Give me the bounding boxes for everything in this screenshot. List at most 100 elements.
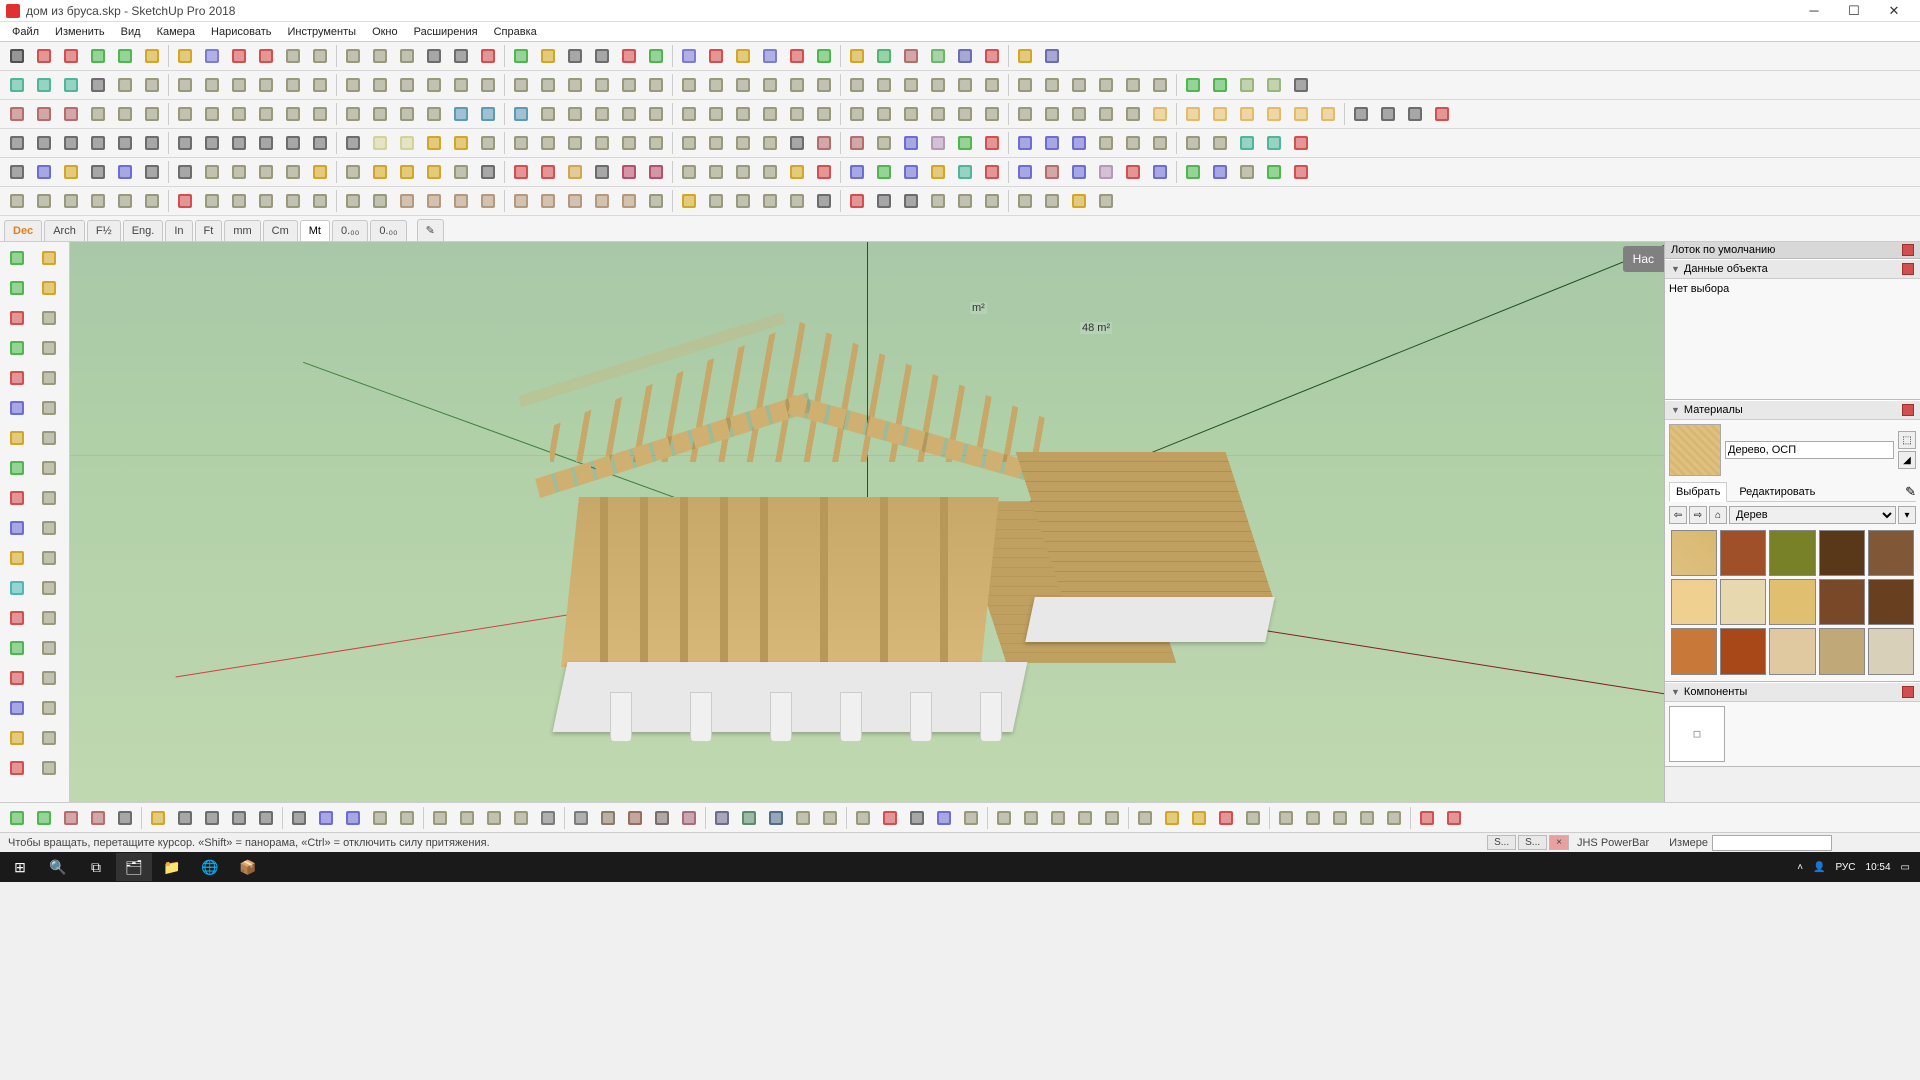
model-house-main[interactable] <box>540 312 1060 742</box>
toolbar-button[interactable] <box>58 101 84 127</box>
toolbar-button[interactable] <box>1429 101 1455 127</box>
toolbar-button[interactable] <box>1039 188 1065 214</box>
unit-tab[interactable]: 0.₀₀ <box>332 220 368 241</box>
toolbar-button[interactable] <box>226 130 252 156</box>
toolbar-button[interactable] <box>421 130 447 156</box>
toolbar-button[interactable] <box>421 43 447 69</box>
toolbar-button[interactable] <box>1180 72 1206 98</box>
toolbar-button[interactable] <box>535 101 561 127</box>
toolbar-button[interactable] <box>112 159 138 185</box>
material-swatch[interactable] <box>1671 530 1717 576</box>
left-tool-button[interactable] <box>2 544 32 572</box>
toolbar-button[interactable] <box>31 72 57 98</box>
toolbar-button[interactable] <box>394 130 420 156</box>
toolbar-button[interactable] <box>1072 805 1098 831</box>
toolbar-button[interactable] <box>58 188 84 214</box>
toolbar-button[interactable] <box>1234 130 1260 156</box>
toolbar-button[interactable] <box>280 159 306 185</box>
toolbar-button[interactable] <box>643 72 669 98</box>
toolbar-button[interactable] <box>898 188 924 214</box>
toolbar-button[interactable] <box>340 72 366 98</box>
language-indicator[interactable]: РУС <box>1835 862 1855 873</box>
model-house-second[interactable] <box>1040 362 1290 642</box>
toolbar-button[interactable] <box>1261 130 1287 156</box>
toolbar-button[interactable] <box>85 101 111 127</box>
material-swatch[interactable] <box>1769 530 1815 576</box>
toolbar-button[interactable] <box>139 188 165 214</box>
toolbar-button[interactable] <box>253 130 279 156</box>
left-tool-button[interactable] <box>34 664 64 692</box>
toolbar-button[interactable] <box>226 188 252 214</box>
toolbar-button[interactable] <box>253 72 279 98</box>
toolbar-button[interactable] <box>871 72 897 98</box>
toolbar-button[interactable] <box>253 101 279 127</box>
toolbar-button[interactable] <box>535 805 561 831</box>
toolbar-button[interactable] <box>1288 159 1314 185</box>
menu-item[interactable]: Изменить <box>47 24 113 40</box>
tab-select[interactable]: Выбрать <box>1669 482 1727 502</box>
toolbar-button[interactable] <box>199 159 225 185</box>
toolbar-button[interactable] <box>676 805 702 831</box>
toolbar-button[interactable] <box>1234 101 1260 127</box>
toolbar-button[interactable] <box>85 188 111 214</box>
toolbar-button[interactable] <box>367 43 393 69</box>
toolbar-button[interactable] <box>394 43 420 69</box>
left-tool-button[interactable] <box>34 274 64 302</box>
left-tool-button[interactable] <box>2 484 32 512</box>
toolbar-button[interactable] <box>1441 805 1467 831</box>
unit-tab[interactable]: Mt <box>300 220 330 241</box>
toolbar-button[interactable] <box>1261 159 1287 185</box>
clock[interactable]: 10:54 <box>1866 862 1891 873</box>
toolbar-button[interactable] <box>427 805 453 831</box>
tab-edit[interactable]: Редактировать <box>1733 483 1821 501</box>
toolbar-button[interactable] <box>340 159 366 185</box>
toolbar-button[interactable] <box>1066 72 1092 98</box>
component-preview[interactable]: ▫ <box>1669 706 1725 762</box>
left-tool-button[interactable] <box>2 754 32 782</box>
menu-item[interactable]: Вид <box>113 24 149 40</box>
toolbar-button[interactable] <box>421 101 447 127</box>
toolbar-button[interactable] <box>817 805 843 831</box>
toolbar-button[interactable] <box>784 188 810 214</box>
toolbar-button[interactable] <box>844 188 870 214</box>
toolbar-button[interactable] <box>448 101 474 127</box>
toolbar-button[interactable] <box>736 805 762 831</box>
toolbar-button[interactable] <box>979 159 1005 185</box>
toolbar-button[interactable] <box>952 130 978 156</box>
toolbar-button[interactable] <box>562 101 588 127</box>
toolbar-button[interactable] <box>448 159 474 185</box>
material-create-button[interactable]: ⬚ <box>1898 431 1916 449</box>
toolbar-button[interactable] <box>676 159 702 185</box>
toolbar-button[interactable] <box>1066 130 1092 156</box>
toolbar-button[interactable] <box>508 72 534 98</box>
close-button[interactable]: ✕ <box>1874 0 1914 22</box>
home-button[interactable]: ⌂ <box>1709 506 1727 524</box>
toolbar-button[interactable] <box>85 159 111 185</box>
toolbar-button[interactable] <box>1039 130 1065 156</box>
unit-edit-button[interactable]: ✎ <box>417 219 444 241</box>
toolbar-button[interactable] <box>199 72 225 98</box>
material-swatch[interactable] <box>1819 530 1865 576</box>
toolbar-button[interactable] <box>226 43 252 69</box>
taskbar-app[interactable]: 🗂 <box>116 853 152 881</box>
toolbar-button[interactable] <box>1045 805 1071 831</box>
toolbar-button[interactable] <box>307 130 333 156</box>
toolbar-button[interactable] <box>394 805 420 831</box>
toolbar-button[interactable] <box>85 43 111 69</box>
toolbar-button[interactable] <box>1348 101 1374 127</box>
eyedropper-icon[interactable]: ✎ <box>1905 484 1916 500</box>
toolbar-button[interactable] <box>757 43 783 69</box>
toolbar-button[interactable] <box>730 159 756 185</box>
toolbar-button[interactable] <box>340 43 366 69</box>
toolbar-button[interactable] <box>1159 805 1185 831</box>
left-tool-button[interactable] <box>2 574 32 602</box>
toolbar-button[interactable] <box>616 130 642 156</box>
toolbar-button[interactable] <box>790 805 816 831</box>
toolbar-button[interactable] <box>871 43 897 69</box>
toolbar-button[interactable] <box>1120 72 1146 98</box>
toolbar-button[interactable] <box>367 805 393 831</box>
panel-close-button[interactable] <box>1902 263 1914 275</box>
toolbar-button[interactable] <box>58 43 84 69</box>
toolbar-button[interactable] <box>1147 72 1173 98</box>
toolbar-button[interactable] <box>1288 130 1314 156</box>
